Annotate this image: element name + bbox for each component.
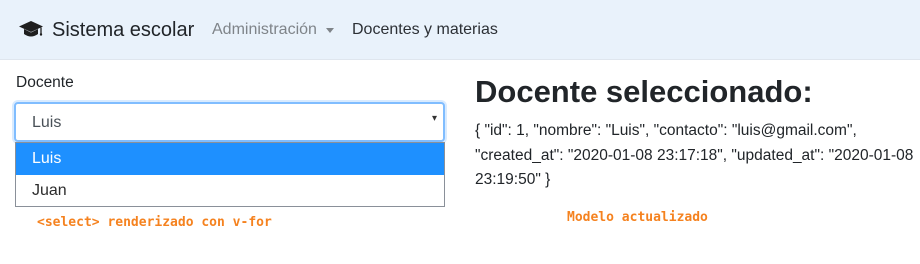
nav-administracion-label: Administración (212, 21, 317, 38)
option-juan[interactable]: Juan (16, 175, 444, 207)
nav-administracion-dropdown[interactable]: Administración (212, 21, 334, 39)
nav-docentes-materias[interactable]: Docentes y materias (352, 21, 498, 39)
caret-down-icon (325, 27, 334, 33)
page-heading: Docente seleccionado: (475, 74, 813, 109)
docente-label: Docente (16, 74, 74, 91)
option-luis[interactable]: Luis (16, 143, 444, 175)
annotation-select-vfor: <select> renderizado con v-for (37, 215, 272, 230)
annotation-modelo-actualizado: Modelo actualizado (567, 210, 708, 225)
select-current-value: Luis (32, 114, 62, 131)
brand-title: Sistema escolar (52, 18, 195, 41)
graduation-cap-icon (19, 21, 43, 37)
docente-options-list: Luis Juan (15, 142, 445, 207)
brand-link[interactable]: Sistema escolar (18, 16, 194, 44)
selected-docente-json: { "id": 1, "nombre": "Luis", "contacto":… (475, 122, 914, 188)
select-arrow-icon: ▾ (431, 113, 437, 124)
navbar: Sistema escolar Administración Docentes … (0, 0, 920, 60)
docente-select[interactable]: Luis ▾ (14, 102, 445, 142)
